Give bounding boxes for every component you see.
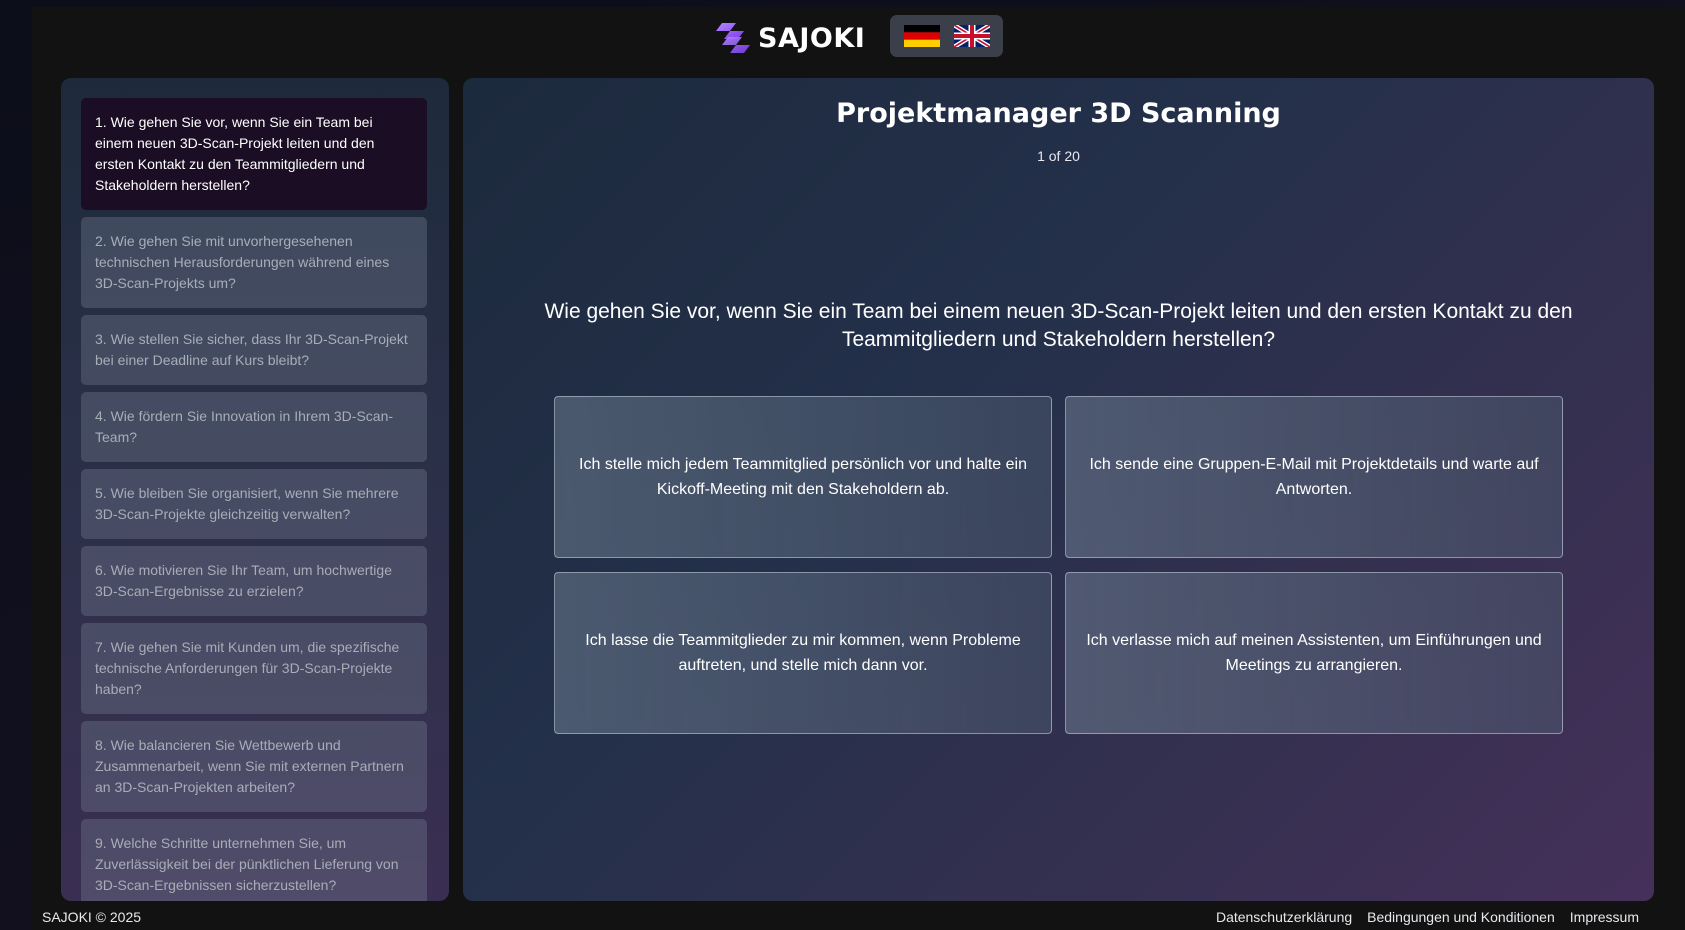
logo[interactable]: SAJOKI — [716, 17, 865, 59]
imprint-link[interactable]: Impressum — [1570, 909, 1639, 925]
sajoki-logo-icon — [716, 23, 750, 53]
sidebar-item-question-2[interactable]: 2. Wie gehen Sie mit unvorhergesehenen t… — [81, 217, 427, 308]
header: SAJOKI — [32, 7, 1685, 69]
sidebar-item-question-9[interactable]: 9. Welche Schritte unternehmen Sie, um Z… — [81, 819, 427, 901]
footer-copyright: SAJOKI © 2025 — [42, 909, 142, 925]
sidebar-item-question-3[interactable]: 3. Wie stellen Sie sicher, dass Ihr 3D-S… — [81, 315, 427, 385]
page-title: Projektmanager 3D Scanning — [836, 98, 1281, 129]
sidebar-item-question-6[interactable]: 6. Wie motivieren Sie Ihr Team, um hochw… — [81, 546, 427, 616]
answer-option-2[interactable]: Ich sende eine Gruppen-E-Mail mit Projek… — [1065, 396, 1563, 558]
question-panel: Projektmanager 3D Scanning 1 of 20 Wie g… — [463, 78, 1654, 901]
privacy-policy-link[interactable]: Datenschutzerklärung — [1216, 909, 1352, 925]
sidebar-item-question-7[interactable]: 7. Wie gehen Sie mit Kunden um, die spez… — [81, 623, 427, 714]
question-text: Wie gehen Sie vor, wenn Sie ein Team bei… — [544, 300, 1573, 351]
sidebar-item-question-4[interactable]: 4. Wie fördern Sie Innovation in Ihrem 3… — [81, 392, 427, 462]
answer-option-3[interactable]: Ich lasse die Teammitglieder zu mir komm… — [554, 572, 1052, 734]
brand-name: SAJOKI — [758, 22, 866, 54]
sidebar-item-question-5[interactable]: 5. Wie bleiben Sie organisiert, wenn Sie… — [81, 469, 427, 539]
footer-links: Datenschutzerklärung Bedingungen und Kon… — [1216, 909, 1639, 925]
sidebar-item-question-1[interactable]: 1. Wie gehen Sie vor, wenn Sie ein Team … — [81, 98, 427, 210]
answer-option-1[interactable]: Ich stelle mich jedem Teammitglied persö… — [554, 396, 1052, 558]
app-frame: SAJOKI 1. Wie gehen Sie vor, wenn Sie ei… — [32, 7, 1685, 930]
answer-option-4[interactable]: Ich verlasse mich auf meinen Assistenten… — [1065, 572, 1563, 734]
sidebar-item-question-8[interactable]: 8. Wie balancieren Sie Wettbewerb und Zu… — [81, 721, 427, 812]
question-counter: 1 of 20 — [1037, 148, 1080, 164]
question-sidebar: 1. Wie gehen Sie vor, wenn Sie ein Team … — [61, 78, 449, 901]
german-flag-icon[interactable] — [903, 25, 940, 47]
terms-link[interactable]: Bedingungen und Konditionen — [1367, 909, 1555, 925]
uk-flag-icon[interactable] — [953, 25, 990, 47]
language-switcher — [890, 15, 1003, 57]
